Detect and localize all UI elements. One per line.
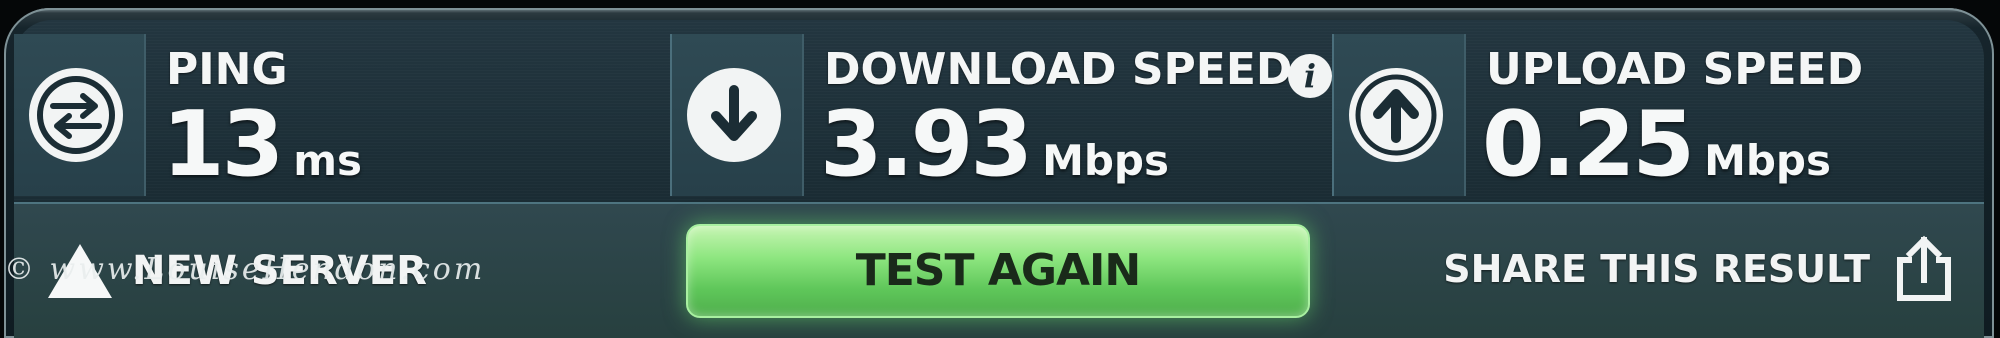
share-result-button[interactable]: SHARE THIS RESULT [1443, 234, 1954, 304]
ping-label: PING [166, 44, 288, 95]
share-icon [1897, 235, 1951, 301]
download-unit: Mbps [1042, 136, 1169, 185]
speedtest-result-frame: PING 13 ms DOWNLOAD SPEED i 3.93 Mbps UP… [4, 8, 1994, 338]
ping-arrows-icon [29, 68, 123, 162]
test-again-button[interactable]: TEST AGAIN [686, 224, 1310, 318]
download-number: 3.93 [820, 92, 1033, 197]
upload-number: 0.25 [1482, 92, 1695, 197]
upload-label: UPLOAD SPEED [1486, 44, 1864, 95]
ping-number: 13 [162, 92, 284, 197]
ping-unit: ms [293, 136, 363, 185]
share-label: SHARE THIS RESULT [1443, 247, 1870, 291]
info-icon[interactable]: i [1288, 54, 1332, 98]
download-panel: DOWNLOAD SPEED i 3.93 Mbps [672, 34, 1334, 197]
ping-value: 13 ms [162, 92, 362, 197]
download-arrow-icon [687, 68, 781, 162]
download-icon-cell [672, 34, 804, 196]
upload-panel: UPLOAD SPEED 0.25 Mbps [1334, 34, 1994, 197]
upload-unit: Mbps [1704, 136, 1831, 185]
download-value: 3.93 Mbps [820, 92, 1169, 197]
upload-value: 0.25 Mbps [1482, 92, 1831, 197]
ping-panel: PING 13 ms [14, 34, 672, 197]
watermark-text: © www.LouiseHendon.com [4, 252, 486, 287]
upload-arrow-icon [1349, 68, 1443, 162]
download-label: DOWNLOAD SPEED [824, 44, 1293, 95]
upload-icon-cell [1334, 34, 1466, 196]
ping-icon-cell [14, 34, 146, 196]
results-panel: PING 13 ms DOWNLOAD SPEED i 3.93 Mbps UP… [14, 20, 1984, 338]
